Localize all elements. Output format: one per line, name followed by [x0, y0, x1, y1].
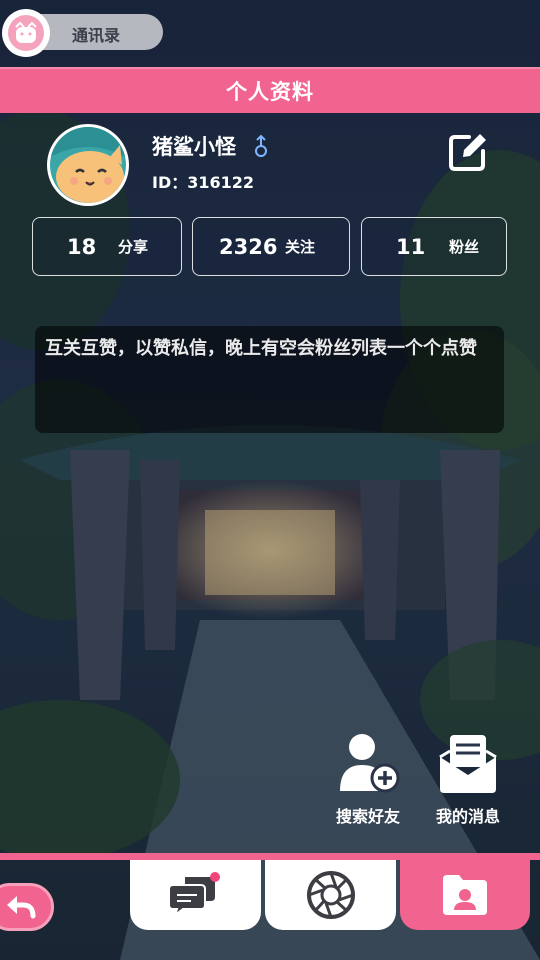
my-messages-button[interactable]: 我的消息: [423, 731, 513, 827]
fans-label: 粉丝: [449, 238, 480, 256]
following-count: 2326: [219, 234, 278, 259]
shares-count: 18: [67, 234, 97, 259]
contacts-avatar-icon: [2, 9, 50, 57]
search-friends-button[interactable]: 搜索好友: [323, 731, 413, 827]
camera-aperture-icon: [306, 871, 355, 919]
following-label: 关注: [285, 238, 316, 256]
username: 猪鲨小怪: [152, 135, 236, 159]
profile-folder-icon: [443, 875, 487, 915]
cat-avatar-icon: [50, 127, 126, 203]
user-id: ID：316122: [152, 173, 255, 192]
tab-profile[interactable]: [400, 860, 530, 930]
fans-stat[interactable]: 11 粉丝: [361, 217, 507, 276]
search-friends-label: 搜索好友: [335, 807, 400, 826]
envelope-icon: [439, 735, 497, 793]
tab-chat[interactable]: [130, 860, 261, 930]
shares-stat[interactable]: 18 分享: [32, 217, 182, 276]
contacts-label: 通讯录: [72, 26, 121, 45]
my-messages-label: 我的消息: [435, 807, 500, 826]
edit-icon: [449, 134, 486, 171]
header-bar: 个人资料: [0, 67, 540, 113]
chat-bubbles-icon: [168, 872, 220, 918]
add-user-icon: [340, 734, 400, 793]
page-title: 个人资料: [226, 80, 314, 104]
bio-text: 互关互赞，以赞私信，晚上有空会粉丝列表一个个点赞: [35, 326, 504, 433]
back-button[interactable]: [0, 883, 54, 931]
following-stat[interactable]: 2326 关注: [192, 217, 350, 276]
bottom-nav-bar: [0, 853, 540, 860]
shares-label: 分享: [118, 238, 149, 256]
contacts-button[interactable]: 通讯录: [2, 9, 163, 57]
male-gender-icon: [255, 134, 267, 157]
fans-count: 11: [396, 234, 426, 259]
tab-camera[interactable]: [265, 860, 396, 930]
back-arrow-icon: [7, 896, 36, 919]
edit-profile-button[interactable]: [447, 131, 489, 173]
avatar[interactable]: [47, 124, 129, 206]
